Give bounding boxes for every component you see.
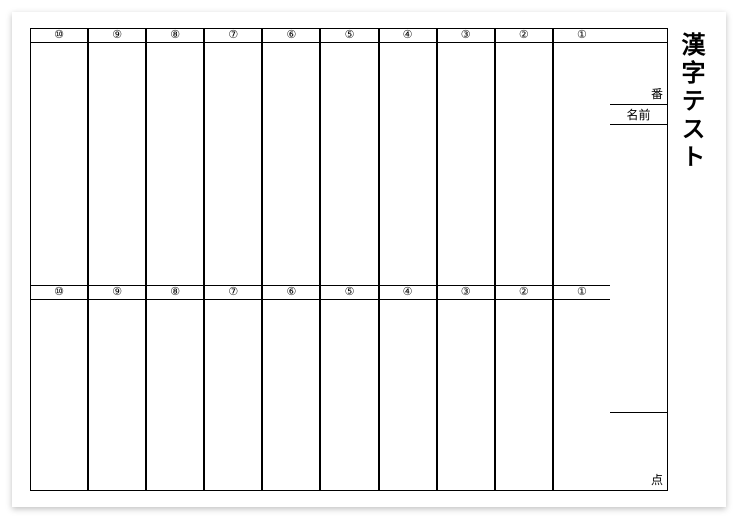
col-head: ⑩ (31, 29, 87, 43)
row-1: ⑩ ⑨ ⑧ ⑦ ⑥ ⑤ ④ ③ ② ① (31, 29, 610, 285)
col-head: ② (496, 286, 552, 300)
info-top-cell (610, 29, 667, 43)
student-number-row: 番 (610, 43, 667, 105)
answer-cell (31, 43, 87, 285)
answer-cell (263, 43, 319, 285)
col-4: ④ (379, 286, 437, 490)
col-head: ④ (380, 286, 436, 300)
col-4: ④ (379, 29, 437, 285)
col-head: ③ (438, 29, 494, 43)
col-head: ⑨ (89, 286, 145, 300)
col-2: ② (495, 286, 553, 490)
worksheet-title: 漢字テスト (668, 28, 708, 491)
answer-cell (554, 300, 610, 490)
col-head: ⑨ (89, 29, 145, 43)
info-column: 番 名前 点 (610, 28, 668, 491)
answer-cell (380, 300, 436, 490)
col-10: ⑩ (31, 29, 88, 285)
col-9: ⑨ (88, 286, 146, 490)
main-area: ⑩ ⑨ ⑧ ⑦ ⑥ ⑤ ④ ③ ② ① ⑩ ⑨ ⑧ ⑦ ⑥ ⑤ ④ ③ ② (30, 28, 668, 491)
student-name-row: 名前 (610, 105, 667, 125)
col-head: ⑩ (31, 286, 87, 300)
answer-cell (321, 43, 377, 285)
col-6: ⑥ (262, 29, 320, 285)
col-5: ⑤ (320, 29, 378, 285)
col-6: ⑥ (262, 286, 320, 490)
col-head: ② (496, 29, 552, 43)
col-head: ⑦ (205, 286, 261, 300)
col-9: ⑨ (88, 29, 146, 285)
col-10: ⑩ (31, 286, 88, 490)
ban-label: 番 (651, 85, 663, 102)
answer-cell (89, 43, 145, 285)
col-head: ⑧ (147, 29, 203, 43)
col-1: ① (553, 286, 610, 490)
col-head: ③ (438, 286, 494, 300)
col-7: ⑦ (204, 286, 262, 490)
answer-cell (147, 43, 203, 285)
col-1: ① (553, 29, 610, 285)
name-label: 名前 (626, 106, 650, 123)
col-8: ⑧ (146, 29, 204, 285)
col-head: ⑥ (263, 29, 319, 43)
col-head: ⑤ (321, 29, 377, 43)
col-head: ⑥ (263, 286, 319, 300)
worksheet: ⑩ ⑨ ⑧ ⑦ ⑥ ⑤ ④ ③ ② ① ⑩ ⑨ ⑧ ⑦ ⑥ ⑤ ④ ③ ② (12, 12, 726, 507)
answer-cell (496, 300, 552, 490)
col-head: ④ (380, 29, 436, 43)
answer-cell (147, 300, 203, 490)
answer-cell (205, 300, 261, 490)
col-5: ⑤ (320, 286, 378, 490)
col-head: ① (554, 286, 610, 300)
col-2: ② (495, 29, 553, 285)
answer-cell (496, 43, 552, 285)
col-head: ① (554, 29, 610, 43)
score-row: 点 (610, 412, 667, 490)
col-7: ⑦ (204, 29, 262, 285)
col-head: ⑧ (147, 286, 203, 300)
col-head: ⑦ (205, 29, 261, 43)
answer-cell (380, 43, 436, 285)
answer-cell (31, 300, 87, 490)
ten-label: 点 (651, 471, 663, 488)
col-3: ③ (437, 286, 495, 490)
answer-grid: ⑩ ⑨ ⑧ ⑦ ⑥ ⑤ ④ ③ ② ① ⑩ ⑨ ⑧ ⑦ ⑥ ⑤ ④ ③ ② (30, 28, 610, 491)
answer-cell (205, 43, 261, 285)
answer-cell (438, 300, 494, 490)
answer-cell (321, 300, 377, 490)
answer-cell (89, 300, 145, 490)
answer-cell (554, 43, 610, 285)
col-8: ⑧ (146, 286, 204, 490)
row-2: ⑩ ⑨ ⑧ ⑦ ⑥ ⑤ ④ ③ ② ① (31, 285, 610, 490)
col-head: ⑤ (321, 286, 377, 300)
answer-cell (263, 300, 319, 490)
info-spacer: 点 (610, 125, 667, 490)
col-3: ③ (437, 29, 495, 285)
answer-cell (438, 43, 494, 285)
